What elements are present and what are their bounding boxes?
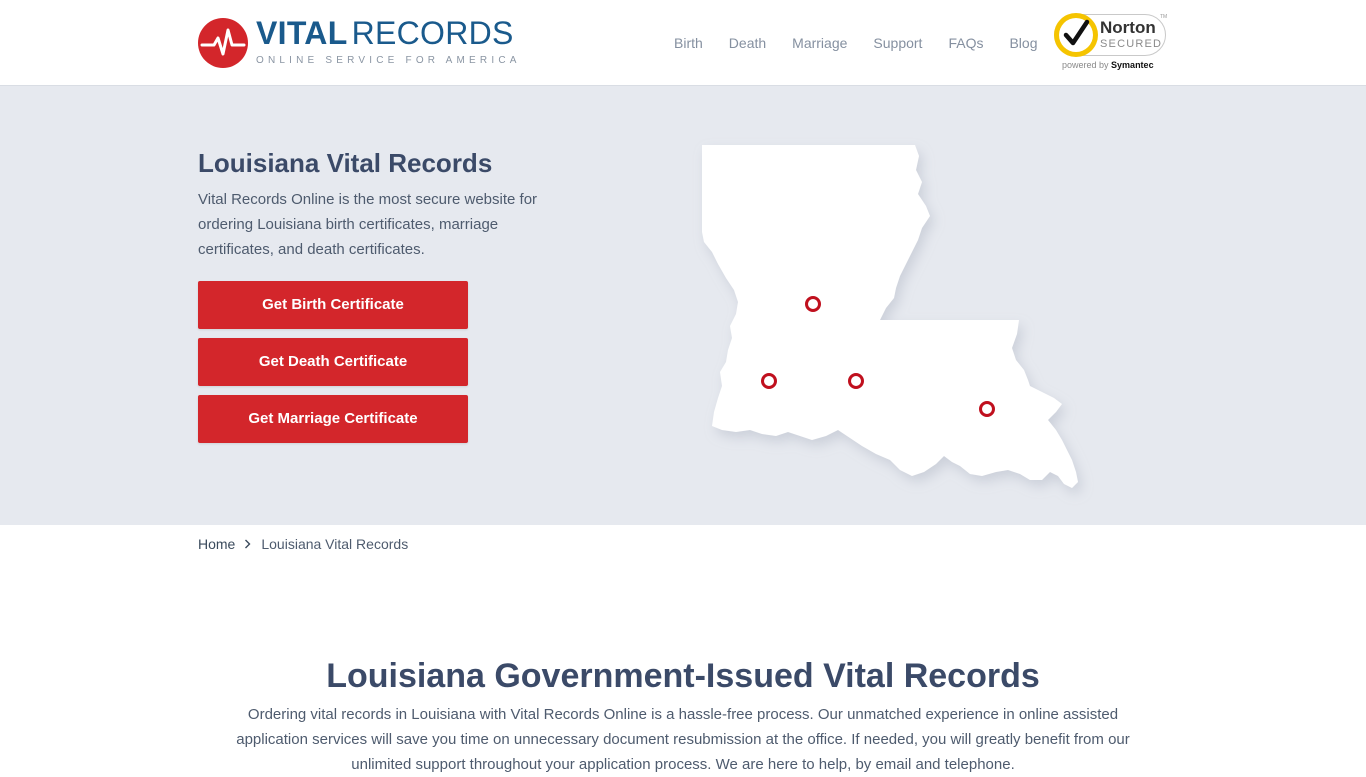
hero-section: Louisiana Vital Records Vital Records On…	[0, 86, 1366, 525]
section-title: Louisiana Government-Issued Vital Record…	[326, 657, 1040, 695]
nav-marriage[interactable]: Marriage	[792, 34, 847, 52]
nav-birth[interactable]: Birth	[674, 34, 703, 52]
chevron-right-icon	[244, 535, 251, 553]
nav-support[interactable]: Support	[873, 34, 922, 52]
map-marker-icon	[761, 373, 777, 389]
norton-secured-label: SECURED	[1100, 38, 1163, 50]
louisiana-map	[690, 136, 1100, 506]
heartbeat-logo-icon	[198, 18, 248, 68]
nav-death[interactable]: Death	[729, 34, 766, 52]
norton-name: Norton	[1100, 18, 1156, 37]
norton-powered-by: powered by Symantec	[1062, 60, 1154, 70]
hero-title: Louisiana Vital Records	[198, 148, 493, 178]
map-marker-icon	[805, 296, 821, 312]
site-logo[interactable]: VITAL RECORDS ONLINE SERVICE FOR AMERICA	[198, 16, 518, 72]
breadcrumb: Home Louisiana Vital Records	[198, 535, 408, 553]
get-marriage-certificate-button[interactable]: Get Marriage Certificate	[198, 395, 468, 443]
nav-faqs[interactable]: FAQs	[948, 34, 983, 52]
nav-blog[interactable]: Blog	[1009, 34, 1037, 52]
hero-description: Vital Records Online is the most secure …	[198, 191, 538, 258]
site-header: VITAL RECORDS ONLINE SERVICE FOR AMERICA …	[0, 0, 1366, 86]
get-birth-certificate-button[interactable]: Get Birth Certificate	[198, 281, 468, 329]
map-marker-icon	[848, 373, 864, 389]
breadcrumb-current: Louisiana Vital Records	[261, 536, 409, 552]
norton-secured-badge[interactable]: TM Norton SECURED powered by Symantec	[1054, 10, 1168, 72]
norton-trademark: TM	[1160, 14, 1168, 20]
main-nav: Birth Death Marriage Support FAQs Blog	[674, 34, 1038, 52]
map-marker-icon	[979, 401, 995, 417]
get-death-certificate-button[interactable]: Get Death Certificate	[198, 338, 468, 386]
breadcrumb-home[interactable]: Home	[198, 535, 235, 553]
section-text: Ordering vital records in Louisiana with…	[236, 706, 1130, 773]
logo-tagline: ONLINE SERVICE FOR AMERICA	[256, 55, 521, 66]
norton-check-icon	[1054, 13, 1098, 57]
louisiana-state-shape	[702, 145, 1078, 488]
logo-wordmark: VITAL RECORDS	[256, 15, 514, 51]
